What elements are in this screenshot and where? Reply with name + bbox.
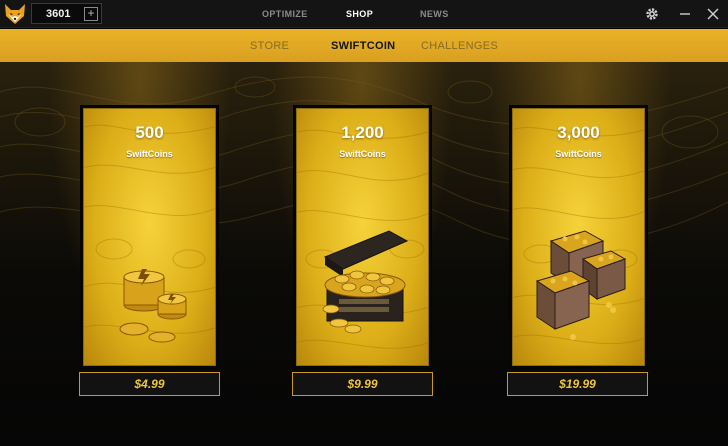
coin-crates-icon	[535, 230, 627, 340]
close-icon[interactable]	[704, 5, 722, 23]
swiftcoin-pack-500[interactable]: 500 SwiftCoins	[80, 105, 219, 369]
swiftcoin-pack-3000[interactable]: 3,000 SwiftCoins	[509, 105, 648, 369]
minimize-icon[interactable]	[676, 5, 694, 23]
price-button-500[interactable]: $4.99	[79, 372, 220, 396]
coin-stack-icon	[119, 269, 187, 343]
pack-card-face: 500 SwiftCoins	[83, 108, 216, 366]
treasure-chest-icon	[322, 230, 409, 334]
nav-optimize[interactable]: OPTIMIZE	[262, 9, 308, 19]
top-nav: OPTIMIZE SHOP NEWS	[0, 9, 728, 21]
tab-swiftcoin[interactable]: SWIFTCOIN	[331, 40, 395, 52]
swiftcoin-store: 500 SwiftCoins $4.99 1,200 SwiftCoins $9…	[0, 62, 728, 446]
title-bar: 3601 + OPTIMIZE SHOP NEWS	[0, 0, 728, 28]
swiftcoin-pack-1200[interactable]: 1,200 SwiftCoins	[293, 105, 432, 369]
gear-icon[interactable]	[643, 5, 661, 23]
tab-challenges[interactable]: CHALLENGES	[421, 40, 498, 52]
nav-shop[interactable]: SHOP	[346, 9, 373, 19]
nav-news[interactable]: NEWS	[420, 9, 449, 19]
tab-store[interactable]: STORE	[250, 40, 289, 52]
price-button-1200[interactable]: $9.99	[292, 372, 433, 396]
pack-card-face: 3,000 SwiftCoins	[512, 108, 645, 366]
shop-subnav: STORE SWIFTCOIN CHALLENGES	[0, 29, 728, 62]
price-button-3000[interactable]: $19.99	[507, 372, 648, 396]
pack-card-face: 1,200 SwiftCoins	[296, 108, 429, 366]
